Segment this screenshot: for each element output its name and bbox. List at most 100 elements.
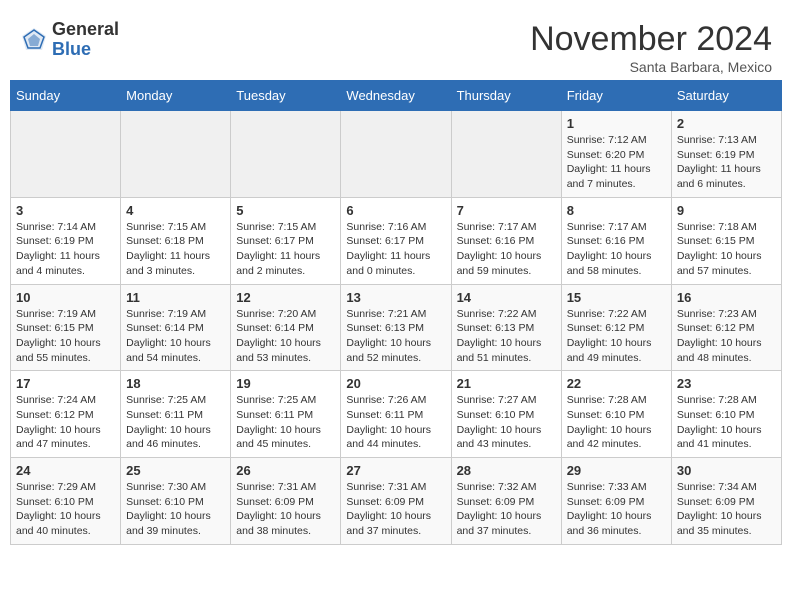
page-header: General Blue November 2024 Santa Barbara… — [10, 10, 782, 80]
day-number: 27 — [346, 463, 445, 478]
week-row-5: 24Sunrise: 7:29 AM Sunset: 6:10 PM Dayli… — [11, 458, 782, 545]
day-info: Sunrise: 7:30 AM Sunset: 6:10 PM Dayligh… — [126, 480, 225, 539]
header-row: Sunday Monday Tuesday Wednesday Thursday… — [11, 81, 782, 111]
day-cell: 22 Sunrise: 7:28 AM Sunset: 6:10 PM Dayli… — [561, 371, 671, 458]
day-cell: 24Sunrise: 7:29 AM Sunset: 6:10 PM Dayli… — [11, 458, 121, 545]
calendar-body: 1 Sunrise: 7:12 AM Sunset: 6:20 PM Daylig… — [11, 111, 782, 545]
day-cell: 12 Sunrise: 7:20 AM Sunset: 6:14 PM Dayli… — [231, 284, 341, 371]
day-cell: 13 Sunrise: 7:21 AM Sunset: 6:13 PM Dayli… — [341, 284, 451, 371]
day-number: 11 — [126, 290, 225, 305]
day-info: Sunrise: 7:28 AM Sunset: 6:10 PM Dayligh… — [567, 393, 666, 452]
day-cell: 19 Sunrise: 7:25 AM Sunset: 6:11 PM Dayli… — [231, 371, 341, 458]
day-cell: 28Sunrise: 7:32 AM Sunset: 6:09 PM Dayli… — [451, 458, 561, 545]
day-cell: 18 Sunrise: 7:25 AM Sunset: 6:11 PM Dayli… — [121, 371, 231, 458]
day-number: 10 — [16, 290, 115, 305]
day-info: Sunrise: 7:26 AM Sunset: 6:11 PM Dayligh… — [346, 393, 445, 452]
day-number: 20 — [346, 376, 445, 391]
day-info: Sunrise: 7:33 AM Sunset: 6:09 PM Dayligh… — [567, 480, 666, 539]
day-info: Sunrise: 7:31 AM Sunset: 6:09 PM Dayligh… — [346, 480, 445, 539]
day-info: Sunrise: 7:14 AM Sunset: 6:19 PM Dayligh… — [16, 220, 115, 279]
day-number: 23 — [677, 376, 776, 391]
day-cell: 20 Sunrise: 7:26 AM Sunset: 6:11 PM Dayli… — [341, 371, 451, 458]
location: Santa Barbara, Mexico — [530, 59, 772, 75]
day-info: Sunrise: 7:22 AM Sunset: 6:13 PM Dayligh… — [457, 307, 556, 366]
day-number: 12 — [236, 290, 335, 305]
day-cell: 8 Sunrise: 7:17 AM Sunset: 6:16 PM Daylig… — [561, 197, 671, 284]
day-number: 8 — [567, 203, 666, 218]
day-number: 15 — [567, 290, 666, 305]
week-row-2: 3 Sunrise: 7:14 AM Sunset: 6:19 PM Daylig… — [11, 197, 782, 284]
day-info: Sunrise: 7:15 AM Sunset: 6:18 PM Dayligh… — [126, 220, 225, 279]
day-number: 18 — [126, 376, 225, 391]
col-wednesday: Wednesday — [341, 81, 451, 111]
day-cell: 16Sunrise: 7:23 AM Sunset: 6:12 PM Dayli… — [671, 284, 781, 371]
day-cell: 4Sunrise: 7:15 AM Sunset: 6:18 PM Daylig… — [121, 197, 231, 284]
day-info: Sunrise: 7:16 AM Sunset: 6:17 PM Dayligh… — [346, 220, 445, 279]
day-number: 21 — [457, 376, 556, 391]
day-cell: 17 Sunrise: 7:24 AM Sunset: 6:12 PM Dayli… — [11, 371, 121, 458]
day-number: 24 — [16, 463, 115, 478]
day-cell — [341, 111, 451, 198]
day-number: 13 — [346, 290, 445, 305]
day-info: Sunrise: 7:27 AM Sunset: 6:10 PM Dayligh… — [457, 393, 556, 452]
day-cell: 27 Sunrise: 7:31 AM Sunset: 6:09 PM Dayli… — [341, 458, 451, 545]
day-info: Sunrise: 7:24 AM Sunset: 6:12 PM Dayligh… — [16, 393, 115, 452]
day-number: 17 — [16, 376, 115, 391]
day-info: Sunrise: 7:15 AM Sunset: 6:17 PM Dayligh… — [236, 220, 335, 279]
day-info: Sunrise: 7:12 AM Sunset: 6:20 PM Dayligh… — [567, 133, 666, 192]
day-info: Sunrise: 7:32 AM Sunset: 6:09 PM Dayligh… — [457, 480, 556, 539]
day-cell: 14 Sunrise: 7:22 AM Sunset: 6:13 PM Dayli… — [451, 284, 561, 371]
day-number: 22 — [567, 376, 666, 391]
day-info: Sunrise: 7:17 AM Sunset: 6:16 PM Dayligh… — [567, 220, 666, 279]
calendar-table: Sunday Monday Tuesday Wednesday Thursday… — [10, 80, 782, 545]
day-cell: 10 Sunrise: 7:19 AM Sunset: 6:15 PM Dayli… — [11, 284, 121, 371]
day-cell: 11Sunrise: 7:19 AM Sunset: 6:14 PM Dayli… — [121, 284, 231, 371]
week-row-1: 1 Sunrise: 7:12 AM Sunset: 6:20 PM Daylig… — [11, 111, 782, 198]
day-number: 19 — [236, 376, 335, 391]
day-info: Sunrise: 7:23 AM Sunset: 6:12 PM Dayligh… — [677, 307, 776, 366]
day-info: Sunrise: 7:17 AM Sunset: 6:16 PM Dayligh… — [457, 220, 556, 279]
day-info: Sunrise: 7:13 AM Sunset: 6:19 PM Dayligh… — [677, 133, 776, 192]
day-number: 14 — [457, 290, 556, 305]
day-number: 3 — [16, 203, 115, 218]
day-number: 29 — [567, 463, 666, 478]
logo-general-text: General — [52, 20, 119, 40]
day-cell: 15Sunrise: 7:22 AM Sunset: 6:12 PM Dayli… — [561, 284, 671, 371]
day-info: Sunrise: 7:19 AM Sunset: 6:15 PM Dayligh… — [16, 307, 115, 366]
day-number: 30 — [677, 463, 776, 478]
day-cell — [231, 111, 341, 198]
week-row-4: 17 Sunrise: 7:24 AM Sunset: 6:12 PM Dayli… — [11, 371, 782, 458]
day-info: Sunrise: 7:34 AM Sunset: 6:09 PM Dayligh… — [677, 480, 776, 539]
day-cell: 30 Sunrise: 7:34 AM Sunset: 6:09 PM Dayli… — [671, 458, 781, 545]
logo-text: General Blue — [52, 20, 119, 60]
day-cell: 23Sunrise: 7:28 AM Sunset: 6:10 PM Dayli… — [671, 371, 781, 458]
col-thursday: Thursday — [451, 81, 561, 111]
col-friday: Friday — [561, 81, 671, 111]
col-monday: Monday — [121, 81, 231, 111]
day-info: Sunrise: 7:31 AM Sunset: 6:09 PM Dayligh… — [236, 480, 335, 539]
day-cell: 25Sunrise: 7:30 AM Sunset: 6:10 PM Dayli… — [121, 458, 231, 545]
col-sunday: Sunday — [11, 81, 121, 111]
day-cell: 7 Sunrise: 7:17 AM Sunset: 6:16 PM Daylig… — [451, 197, 561, 284]
logo: General Blue — [20, 20, 119, 60]
day-info: Sunrise: 7:20 AM Sunset: 6:14 PM Dayligh… — [236, 307, 335, 366]
day-cell: 1 Sunrise: 7:12 AM Sunset: 6:20 PM Daylig… — [561, 111, 671, 198]
week-row-3: 10 Sunrise: 7:19 AM Sunset: 6:15 PM Dayli… — [11, 284, 782, 371]
day-cell: 6Sunrise: 7:16 AM Sunset: 6:17 PM Daylig… — [341, 197, 451, 284]
day-info: Sunrise: 7:25 AM Sunset: 6:11 PM Dayligh… — [126, 393, 225, 452]
day-cell: 26Sunrise: 7:31 AM Sunset: 6:09 PM Dayli… — [231, 458, 341, 545]
day-cell: 29 Sunrise: 7:33 AM Sunset: 6:09 PM Dayli… — [561, 458, 671, 545]
day-number: 7 — [457, 203, 556, 218]
day-info: Sunrise: 7:21 AM Sunset: 6:13 PM Dayligh… — [346, 307, 445, 366]
logo-blue-text: Blue — [52, 40, 119, 60]
col-saturday: Saturday — [671, 81, 781, 111]
calendar-header: Sunday Monday Tuesday Wednesday Thursday… — [11, 81, 782, 111]
day-cell — [121, 111, 231, 198]
day-number: 1 — [567, 116, 666, 131]
day-cell — [11, 111, 121, 198]
day-info: Sunrise: 7:25 AM Sunset: 6:11 PM Dayligh… — [236, 393, 335, 452]
title-block: November 2024 Santa Barbara, Mexico — [530, 20, 772, 75]
day-number: 2 — [677, 116, 776, 131]
day-number: 9 — [677, 203, 776, 218]
logo-icon — [20, 26, 48, 54]
